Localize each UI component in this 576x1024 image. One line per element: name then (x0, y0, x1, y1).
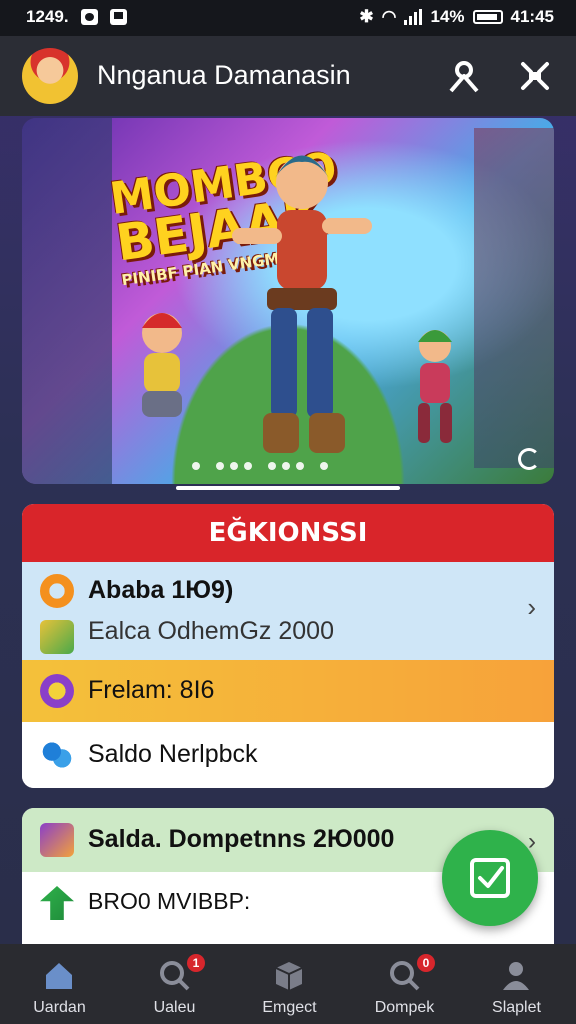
promo-banner[interactable]: MOMBCO BEJAAK PINIBF PIAN VNGMIANI (22, 118, 554, 484)
list-item-frelam[interactable]: Frelam: 8I6 (22, 660, 554, 722)
hero-character (227, 138, 377, 468)
wallet-card: EĞKIONSSI Ababa 1Ю9) Ealca OdhemGz 2000 … (22, 504, 554, 788)
arrow-up-icon (40, 886, 74, 920)
refresh-icon[interactable] (518, 448, 540, 470)
notification-badge: 0 (417, 954, 435, 972)
list-item-ababa[interactable]: Ababa 1Ю9) Ealca OdhemGz 2000 › (22, 562, 554, 660)
nav-item-slaplet[interactable]: Slaplet (459, 944, 574, 1024)
nav-item-dompek[interactable]: 0 Dompek (347, 944, 462, 1024)
notification-icon (80, 9, 98, 25)
notification-badge: 1 (187, 954, 205, 972)
music-icon (40, 823, 74, 857)
red-hair-character (122, 303, 202, 423)
list-item-saldo[interactable]: Saldo Nerlpbck (22, 722, 554, 788)
coin-icon (40, 574, 74, 608)
expand-icon[interactable] (517, 58, 553, 94)
battery-icon (472, 10, 503, 24)
message-icon (109, 9, 127, 25)
wifi-icon: ◠ (381, 7, 397, 26)
lightning-icon (40, 674, 74, 708)
share-icon (40, 738, 74, 772)
status-bar: 1249. ✱ ◠ 14% 41:45 (0, 0, 576, 36)
checkbox-icon (470, 858, 510, 898)
status-time-right: 41:45 (510, 7, 554, 26)
city-building-right (474, 128, 554, 468)
battery-percent: 14% (430, 7, 465, 26)
bluetooth-icon: ✱ (359, 7, 374, 26)
search-icon (387, 958, 421, 992)
app-title: Nnganua Damanasin (97, 60, 351, 90)
bottom-nav: Uardan 1 Ualeu Emgect 0 Dompek Slaplet (0, 944, 576, 1024)
banner-scroll-indicator (176, 486, 400, 490)
card-header: EĞKIONSSI (22, 504, 554, 562)
home-icon (42, 958, 76, 992)
carousel-indicator[interactable] (192, 462, 328, 470)
avatar-icon[interactable] (22, 48, 78, 104)
chevron-right-icon: › (527, 592, 536, 622)
nav-item-ualeu[interactable]: 1 Ualeu (117, 944, 232, 1024)
profile-icon (499, 958, 533, 992)
signal-icon (404, 9, 423, 25)
list-item-bro[interactable]: BRO0 MVIBBP: (88, 888, 250, 915)
checkbox-fab-button[interactable] (442, 830, 538, 926)
app-bar: Nnganua Damanasin (0, 36, 576, 116)
green-hat-character (400, 318, 470, 448)
box-icon (272, 958, 306, 992)
status-time-left: 1249. (26, 7, 69, 26)
nav-item-home[interactable]: Uardan (2, 944, 117, 1024)
city-building-left (22, 118, 112, 484)
nav-item-emgect[interactable]: Emgect (232, 944, 347, 1024)
search-icon (157, 958, 191, 992)
user-icon[interactable] (446, 58, 482, 94)
game-controller-icon (40, 620, 74, 654)
